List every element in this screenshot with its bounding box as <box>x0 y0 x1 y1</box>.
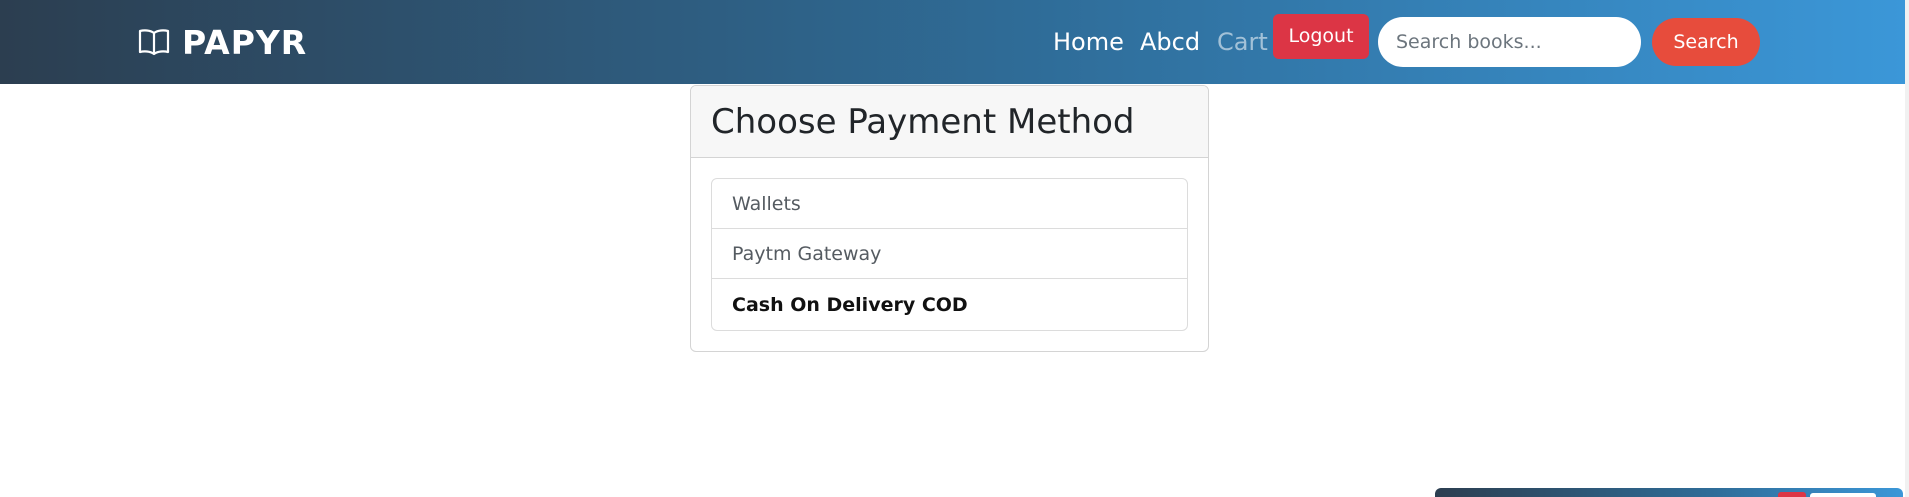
logout-button[interactable]: Logout <box>1273 14 1369 59</box>
payment-method-list: Wallets Paytm Gateway Cash On Delivery C… <box>711 178 1188 331</box>
top-navbar: PAPYR Home Abcd Cart Logout Search <box>0 0 1905 84</box>
page-title: Choose Payment Method <box>711 101 1135 142</box>
page-scrollbar[interactable] <box>1905 0 1909 497</box>
floating-widget-pill <box>1810 493 1876 497</box>
search-button[interactable]: Search <box>1652 18 1760 66</box>
brand-link[interactable]: PAPYR <box>138 20 307 64</box>
payment-option-paytm-gateway[interactable]: Paytm Gateway <box>712 229 1187 279</box>
floating-widget-badge <box>1778 492 1806 497</box>
nav-home-link[interactable]: Home <box>1053 26 1124 58</box>
book-open-icon <box>138 29 170 56</box>
brand-name: PAPYR <box>182 22 308 62</box>
card-header: Choose Payment Method <box>691 86 1208 158</box>
nav-abcd-link[interactable]: Abcd <box>1140 26 1200 58</box>
payment-method-card: Choose Payment Method Wallets Paytm Gate… <box>690 85 1209 352</box>
payment-option-cash-on-delivery[interactable]: Cash On Delivery COD <box>712 279 1187 330</box>
nav-cart-link[interactable]: Cart <box>1217 26 1268 58</box>
search-input[interactable] <box>1378 17 1641 67</box>
payment-option-wallets[interactable]: Wallets <box>712 179 1187 229</box>
